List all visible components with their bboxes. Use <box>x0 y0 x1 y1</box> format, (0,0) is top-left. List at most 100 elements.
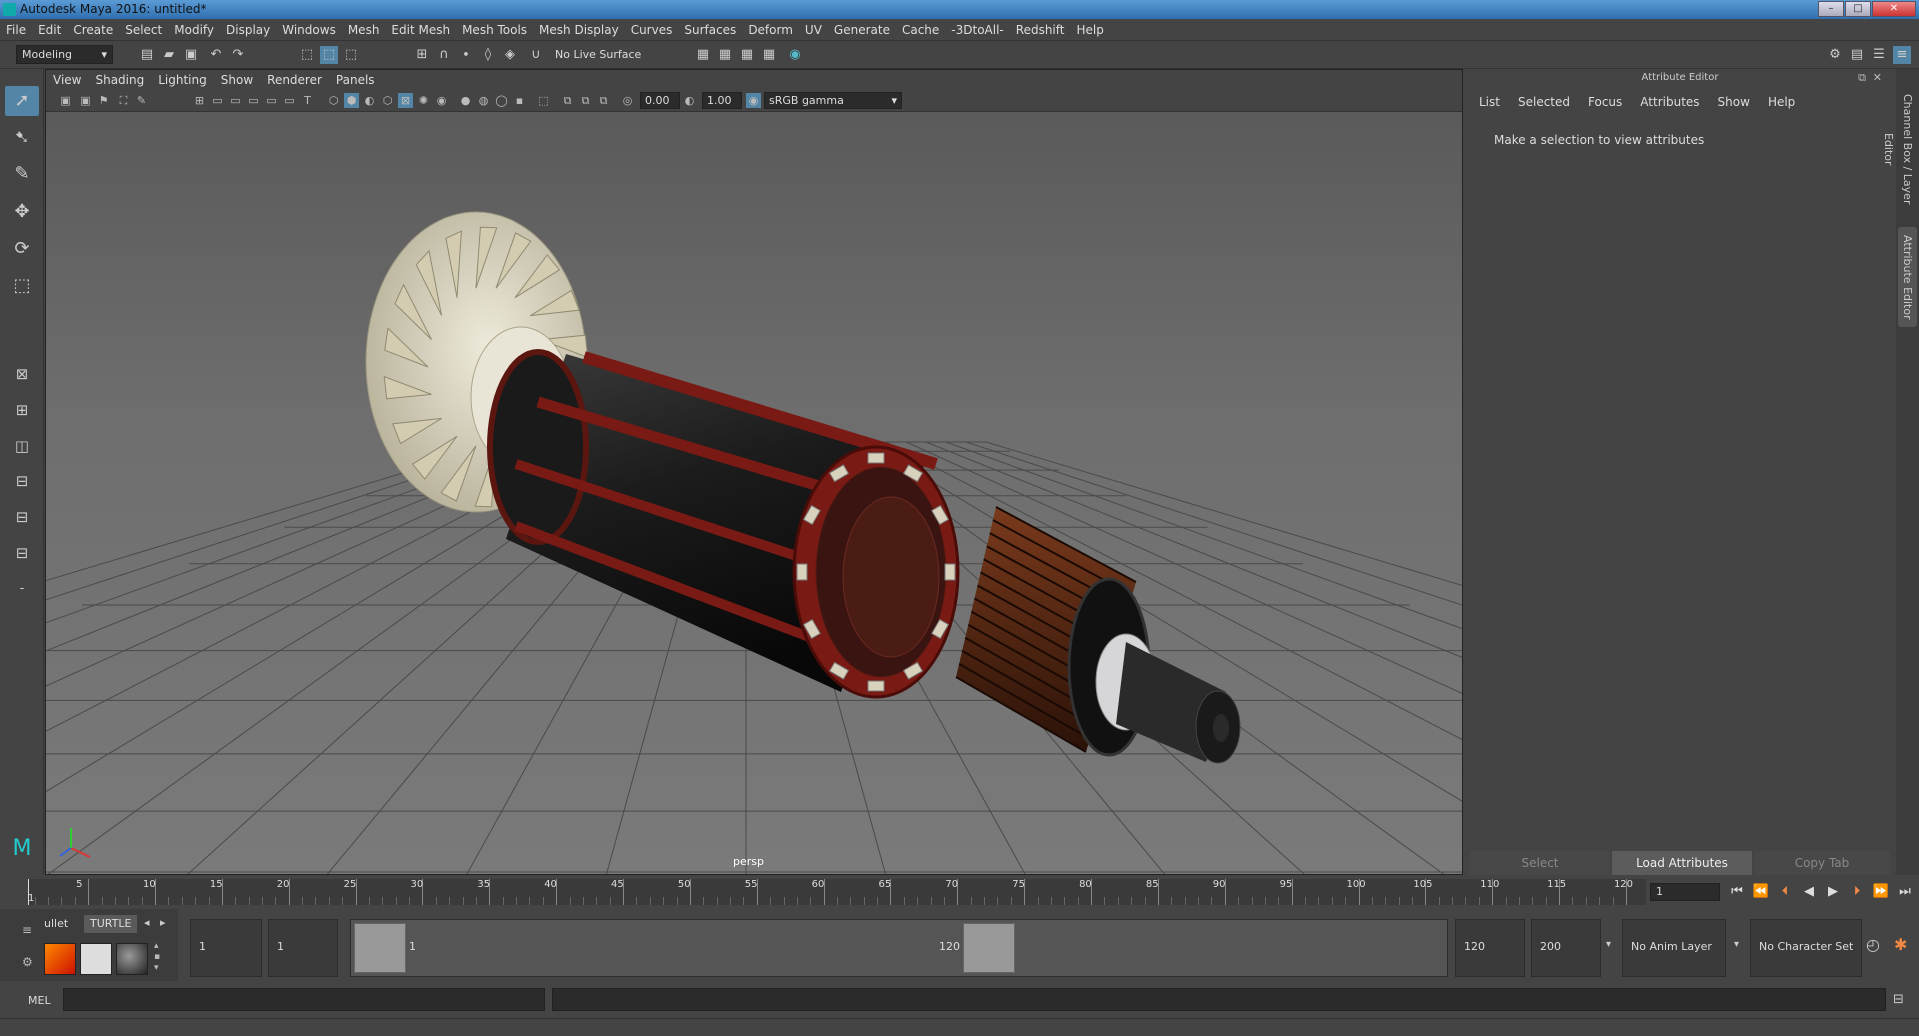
single-perspective-layout-icon[interactable]: ⊠ <box>5 359 39 389</box>
menu-select[interactable]: Select <box>119 19 168 41</box>
playback-end-field[interactable]: 120 <box>1455 919 1525 977</box>
menu-3dtoall[interactable]: -3DtoAll- <box>945 19 1009 41</box>
wireframe-icon[interactable]: ⬡ <box>326 93 341 108</box>
menu-modify[interactable]: Modify <box>168 19 220 41</box>
turtle-bake-icon[interactable] <box>80 943 112 975</box>
live-surface-label[interactable]: No Live Surface <box>555 48 641 61</box>
hypershade-icon[interactable]: ◉ <box>786 46 804 64</box>
lasso-tool-icon[interactable]: ➷ <box>5 123 39 153</box>
turtle-shader-icon[interactable] <box>116 943 148 975</box>
command-mode-label[interactable]: MEL <box>28 994 51 1007</box>
save-scene-icon[interactable]: ▣ <box>182 46 200 64</box>
attr-menu-help[interactable]: Help <box>1759 91 1804 113</box>
attr-menu-list[interactable]: List <box>1470 91 1509 113</box>
close-panel-icon[interactable]: ✕ <box>1873 71 1882 84</box>
menu-edit-mesh[interactable]: Edit Mesh <box>385 19 456 41</box>
rotate-tool-icon[interactable]: ⟳ <box>5 234 39 264</box>
menu-edit[interactable]: Edit <box>32 19 67 41</box>
character-set-chevron-icon[interactable]: ▾ <box>1734 939 1739 950</box>
panel-menu-show[interactable]: Show <box>214 70 260 90</box>
timeline-ruler[interactable]: 1 5 10 15 20 25 30 35 40 45 50 55 60 65 70 75 80 85 90 95 1… <box>28 879 1646 905</box>
four-view-layout-icon[interactable]: ⊞ <box>5 395 39 425</box>
render-view-icon[interactable]: ▦ <box>716 46 734 64</box>
safe-action-icon[interactable]: ▭ <box>282 93 297 108</box>
maximize-button[interactable]: □ <box>1845 1 1871 17</box>
xray-active-icon[interactable]: ⧉ <box>578 93 593 108</box>
command-input[interactable] <box>63 988 545 1011</box>
attribute-editor-toggle-icon[interactable]: ▤ <box>1848 46 1866 64</box>
select-object-icon[interactable]: ⬚ <box>320 46 338 64</box>
snap-curve-icon[interactable]: ∩ <box>435 46 453 64</box>
persp-hypershade-layout-icon[interactable]: ⊟ <box>5 538 39 568</box>
magnet-icon[interactable]: ∪ <box>527 46 545 64</box>
open-scene-icon[interactable]: ▰ <box>160 46 178 64</box>
shelf-scroll-icon[interactable]: ▴ ▪ ▾ <box>154 941 160 974</box>
character-set-dropdown[interactable]: No Character Set <box>1750 919 1862 977</box>
new-scene-icon[interactable]: ▤ <box>138 46 156 64</box>
smooth-shade-icon[interactable]: ⬢ <box>344 93 359 108</box>
tool-settings-icon[interactable]: ☰ <box>1870 46 1888 64</box>
persp-graph-layout-icon[interactable]: ⊟ <box>5 466 39 496</box>
modeling-toolkit-icon[interactable]: ⚙ <box>1826 46 1844 64</box>
camera-select-icon[interactable]: ▣ <box>58 93 73 108</box>
panel-menu-panels[interactable]: Panels <box>329 70 382 90</box>
menu-help[interactable]: Help <box>1070 19 1109 41</box>
menu-display[interactable]: Display <box>220 19 276 41</box>
maya-home-icon[interactable]: M <box>5 834 39 864</box>
turtle-render-icon[interactable] <box>44 943 76 975</box>
step-back-frame-icon[interactable]: ⏴ <box>1776 884 1794 899</box>
go-to-end-icon[interactable]: ⏭ <box>1896 884 1914 899</box>
play-forwards-icon[interactable]: ▶ <box>1824 884 1842 899</box>
load-attributes-button[interactable]: Load Attributes <box>1612 851 1752 875</box>
menu-redshift[interactable]: Redshift <box>1010 19 1071 41</box>
resolution-gate-icon[interactable]: ▭ <box>228 93 243 108</box>
shelf-settings-icon[interactable]: ⚙ <box>22 955 33 969</box>
perspective-viewport[interactable]: persp <box>46 112 1462 874</box>
menu-mesh-tools[interactable]: Mesh Tools <box>456 19 533 41</box>
menu-set-dropdown[interactable]: Modeling ▾ <box>16 45 113 64</box>
copy-tab-button[interactable]: Copy Tab <box>1754 851 1890 875</box>
exposure-field[interactable]: 0.00 <box>640 92 680 109</box>
animation-end-field[interactable]: 200 <box>1531 919 1601 977</box>
range-slider-bar[interactable]: 1 120 <box>350 919 1448 977</box>
shelf-tab-bullet[interactable]: ullet <box>38 915 74 933</box>
select-tool-icon[interactable]: ➚ <box>5 86 39 116</box>
playback-start-field[interactable]: 1 <box>268 919 338 977</box>
go-to-start-icon[interactable]: ⏮ <box>1728 884 1746 899</box>
xray-joints-icon[interactable]: ⧉ <box>596 93 611 108</box>
menu-mesh-display[interactable]: Mesh Display <box>533 19 625 41</box>
field-chart-icon[interactable]: ▭ <box>264 93 279 108</box>
grease-pencil-icon[interactable]: ✎ <box>134 93 149 108</box>
channel-box-tab[interactable]: Channel Box / Layer Editor <box>1882 79 1917 219</box>
scene-canvas[interactable] <box>46 112 1462 874</box>
screen-space-ao-icon[interactable]: ● <box>458 93 473 108</box>
wireframe-on-shaded-icon[interactable]: ⬡ <box>380 93 395 108</box>
shelf-tab-turtle[interactable]: TURTLE <box>84 915 138 933</box>
snap-surface-icon[interactable]: ◈ <box>501 46 519 64</box>
attr-menu-selected[interactable]: Selected <box>1509 91 1579 113</box>
menu-surfaces[interactable]: Surfaces <box>678 19 742 41</box>
gamma-icon[interactable]: ◐ <box>682 93 697 108</box>
attribute-editor-tab[interactable]: Attribute Editor <box>1898 227 1917 327</box>
menu-windows[interactable]: Windows <box>276 19 342 41</box>
range-end-handle[interactable] <box>963 923 1015 973</box>
scale-tool-icon[interactable]: ⬚ <box>5 271 39 301</box>
attr-menu-focus[interactable]: Focus <box>1579 91 1631 113</box>
bookmark-icon[interactable]: ⚑ <box>96 93 111 108</box>
select-button[interactable]: Select <box>1470 851 1610 875</box>
close-button[interactable]: ✕ <box>1872 1 1916 17</box>
ipr-render-icon[interactable]: ▦ <box>760 46 778 64</box>
menu-curves[interactable]: Curves <box>625 19 679 41</box>
textured-icon[interactable]: ⊠ <box>398 93 413 108</box>
outliner-persp-graph-layout-icon[interactable]: ⊟ <box>5 502 39 532</box>
step-forward-frame-icon[interactable]: ⏵ <box>1848 884 1866 899</box>
step-forward-key-icon[interactable]: ⏩ <box>1872 884 1890 899</box>
anim-layer-chevron-icon[interactable]: ▾ <box>1606 939 1611 950</box>
move-tool-icon[interactable]: ✥ <box>5 197 39 227</box>
color-space-dropdown[interactable]: sRGB gamma ▾ <box>764 92 902 109</box>
panel-menu-lighting[interactable]: Lighting <box>151 70 214 90</box>
panel-menu-view[interactable]: View <box>46 70 88 90</box>
attr-menu-attributes[interactable]: Attributes <box>1631 91 1708 113</box>
select-hierarchy-icon[interactable]: ⬚ <box>298 46 316 64</box>
snap-view-icon[interactable]: ◊ <box>479 46 497 64</box>
